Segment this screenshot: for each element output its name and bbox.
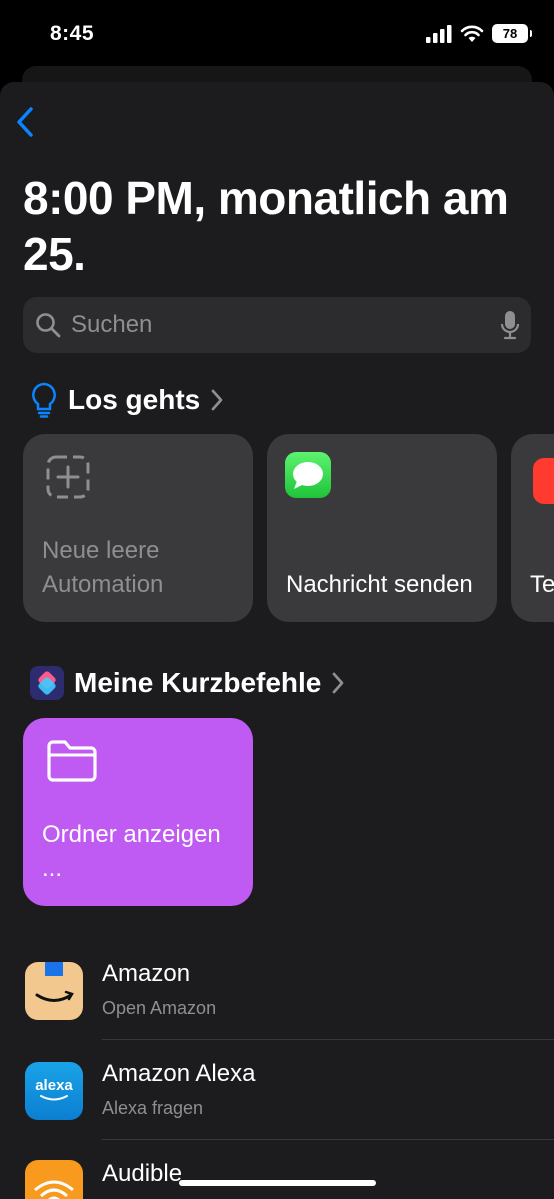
- chevron-right-icon: [332, 672, 344, 694]
- app-name: Amazon Alexa: [102, 1060, 256, 1087]
- shortcuts-app-icon: [30, 666, 64, 700]
- app-name: Amazon: [102, 960, 191, 987]
- card-label: Neue leere Automation: [42, 537, 164, 598]
- search-placeholder: Suchen: [71, 311, 153, 338]
- battery-level: 78: [502, 26, 518, 41]
- card-label: Te: [530, 571, 554, 598]
- amazon-icon: [25, 962, 83, 1020]
- battery-icon: 78: [492, 24, 532, 43]
- status-bar: 8:45 78: [0, 0, 554, 70]
- search-icon: [36, 313, 61, 338]
- home-indicator[interactable]: [179, 1180, 376, 1186]
- card-label: Nachricht senden: [286, 571, 473, 598]
- card-send-message[interactable]: Nachricht senden: [267, 434, 497, 622]
- card-new-automation[interactable]: Neue leere Automation: [23, 434, 253, 622]
- folder-icon: [47, 740, 97, 782]
- chevron-right-icon: [211, 389, 223, 411]
- section-get-started[interactable]: Los gehts: [30, 382, 224, 418]
- section-my-shortcuts[interactable]: Meine Kurzbefehle: [30, 666, 345, 700]
- automation-sheet: 8:00 PM, monatlich am 25. Suchen Los geh…: [0, 82, 554, 1199]
- chevron-left-icon: [17, 107, 33, 137]
- app-subtitle: Open Amazon: [102, 998, 217, 1018]
- card-label: Ordner anzeigen ...: [42, 821, 221, 882]
- alexa-icon-text: alexa: [35, 1076, 73, 1094]
- card-show-folder[interactable]: Ordner anzeigen ...: [23, 718, 253, 906]
- app-name: Audible: [102, 1160, 183, 1187]
- back-button[interactable]: [10, 104, 40, 140]
- section-label: Meine Kurzbefehle: [74, 667, 322, 698]
- status-time: 8:45: [50, 22, 95, 45]
- messages-icon: [285, 452, 331, 498]
- status-icons: 78: [426, 24, 532, 43]
- lightbulb-icon: [32, 382, 56, 418]
- section-label: Los gehts: [68, 384, 201, 415]
- cellular-signal-icon: [426, 24, 452, 43]
- list-item-audible[interactable]: Audible: [0, 1140, 554, 1199]
- list-item-amazon[interactable]: Amazon Open Amazon: [0, 940, 554, 1040]
- list-item-amazon-alexa[interactable]: alexa Amazon Alexa Alexa fragen: [0, 1040, 554, 1140]
- card-partial[interactable]: Te: [511, 434, 554, 622]
- app-subtitle: Alexa fragen: [102, 1098, 204, 1118]
- search-field[interactable]: Suchen: [23, 297, 531, 353]
- red-app-icon: [533, 458, 554, 504]
- microphone-icon[interactable]: [501, 310, 519, 340]
- wifi-icon: [460, 25, 484, 42]
- audible-icon: [25, 1160, 83, 1199]
- page-title: 8:00 PM, monatlich am 25.: [23, 172, 509, 280]
- alexa-icon: alexa: [25, 1062, 83, 1120]
- add-automation-icon: [46, 455, 90, 499]
